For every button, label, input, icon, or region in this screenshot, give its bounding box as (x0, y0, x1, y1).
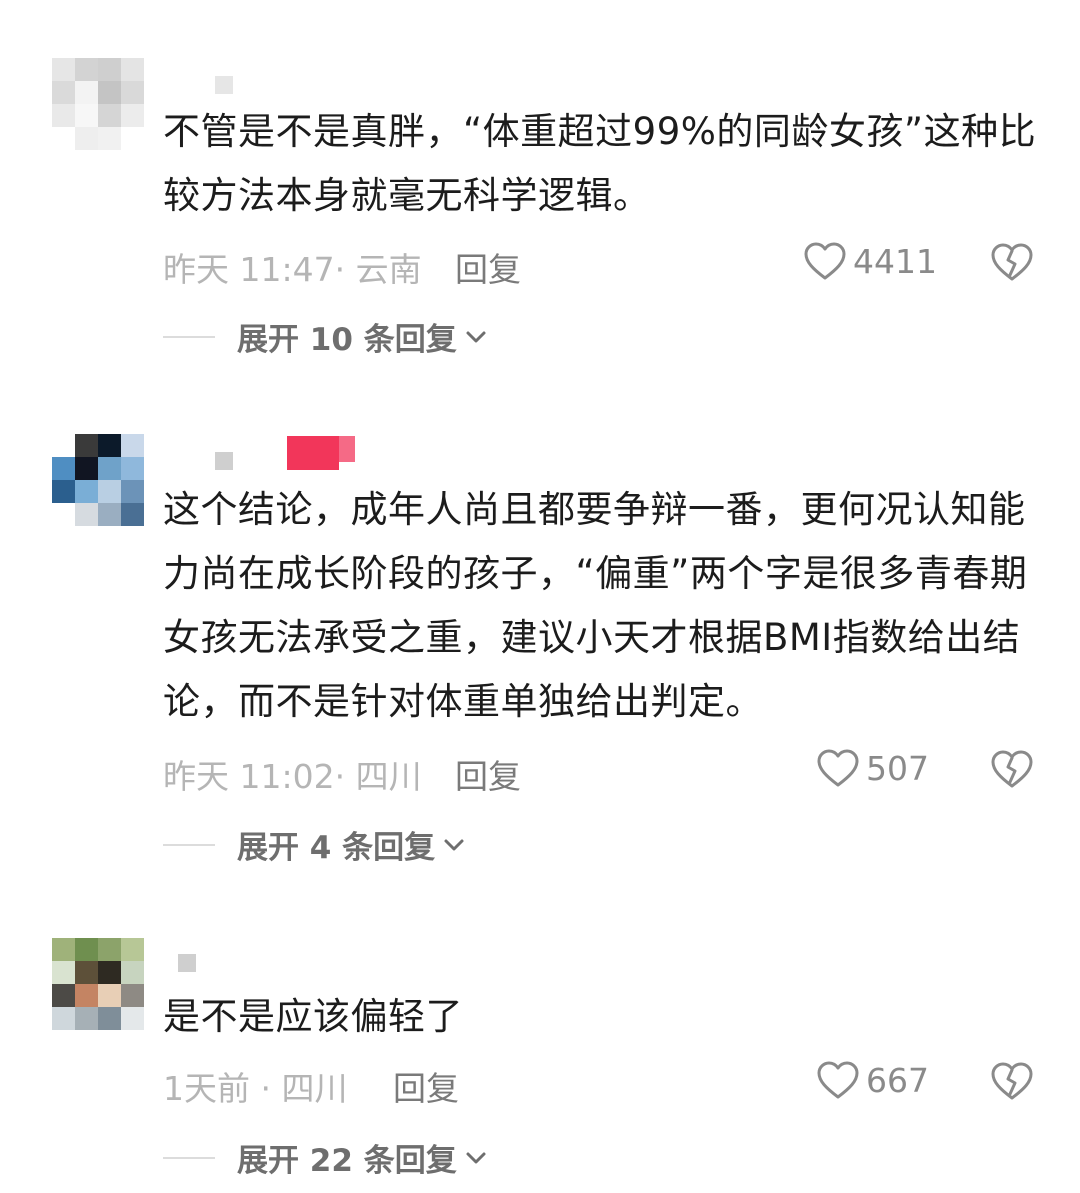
divider-line (163, 335, 215, 338)
avatar[interactable] (52, 938, 144, 1030)
like-button[interactable]: 507 (816, 748, 929, 788)
broken-heart-icon (991, 243, 1033, 281)
avatar[interactable] (52, 434, 144, 526)
comment-meta: 1天前 · 四川 (163, 1069, 348, 1108)
username-blurred[interactable] (215, 76, 233, 94)
reply-button[interactable]: 回复 (455, 243, 521, 291)
avatar[interactable] (52, 58, 144, 150)
user-badge-tail (339, 436, 355, 462)
heart-outline-icon (804, 242, 846, 280)
user-badge (287, 436, 339, 470)
expand-replies-label: 展开 22 条回复 (237, 1143, 457, 1179)
dislike-button[interactable] (990, 749, 1034, 789)
comment-meta: 昨天 11:02· 四川 (163, 757, 422, 796)
chevron-down-icon (444, 839, 464, 850)
dislike-button[interactable] (990, 242, 1034, 282)
divider-line (163, 843, 215, 846)
reply-button[interactable]: 回复 (393, 1062, 459, 1110)
expand-replies-button[interactable]: 展开 22 条回复 (163, 1135, 487, 1180)
expand-replies-label: 展开 10 条回复 (237, 322, 457, 358)
comment-text: 不管是不是真胖，“体重超过99%的同龄女孩”这种比较方法本身就毫无科学逻辑。 (163, 110, 1037, 217)
like-button[interactable]: 4411 (803, 241, 937, 281)
username-blurred[interactable] (178, 954, 196, 972)
heart-outline-icon (817, 1061, 859, 1099)
like-button[interactable]: 667 (816, 1060, 929, 1100)
chevron-down-icon (466, 1152, 486, 1163)
broken-heart-icon (991, 750, 1033, 788)
comment-text: 这个结论，成年人尚且都要争辩一番，更何况认知能力尚在成长阶段的孩子，“偏重”两个… (163, 488, 1028, 723)
like-count: 507 (866, 748, 929, 788)
comment-meta: 昨天 11:47· 云南 (163, 250, 422, 289)
username-blurred[interactable] (215, 452, 233, 470)
heart-outline-icon (817, 749, 859, 787)
expand-replies-button[interactable]: 展开 4 条回复 (163, 822, 465, 867)
comment-text: 是不是应该偏轻了 (163, 995, 463, 1038)
dislike-button[interactable] (990, 1061, 1034, 1101)
divider-line (163, 1156, 215, 1159)
reply-button[interactable]: 回复 (455, 750, 521, 798)
chevron-down-icon (466, 331, 486, 342)
expand-replies-label: 展开 4 条回复 (237, 830, 436, 866)
like-count: 4411 (853, 241, 937, 281)
expand-replies-button[interactable]: 展开 10 条回复 (163, 314, 487, 359)
broken-heart-icon (991, 1062, 1033, 1100)
like-count: 667 (866, 1060, 929, 1100)
